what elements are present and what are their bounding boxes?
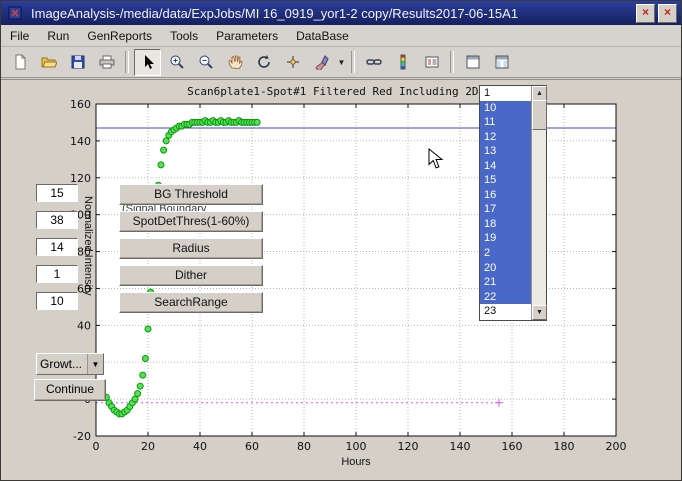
pan-hand-button[interactable]: [221, 49, 248, 76]
menu-bar: FileRunGenReportsToolsParametersDataBase: [1, 25, 681, 47]
spot-list-item[interactable]: 1: [480, 86, 532, 101]
zoom-in-icon: [169, 54, 185, 70]
spotdetthres-1-60--field[interactable]: [36, 211, 78, 229]
searchrange-button[interactable]: SearchRange: [119, 292, 263, 313]
spot-list-item[interactable]: 21: [480, 275, 532, 290]
window-menu-icon[interactable]: [7, 5, 23, 21]
bg-threshold-button[interactable]: BG Threshold: [119, 184, 263, 205]
figure-canvas: [1, 79, 681, 481]
spot-list-item[interactable]: 17: [480, 202, 532, 217]
spot-list-item[interactable]: 10: [480, 101, 532, 116]
spot-list-item[interactable]: 13: [480, 144, 532, 159]
dither-field[interactable]: [36, 265, 78, 283]
spot-list-item[interactable]: 14: [480, 159, 532, 174]
brush-icon: [314, 54, 330, 70]
link-plot-icon: [366, 54, 382, 70]
show-plot-tools-icon: [494, 54, 510, 70]
window-maximize-button[interactable]: ×: [636, 4, 655, 23]
scroll-up-icon[interactable]: ▲: [532, 86, 547, 101]
brush-menu-arrow-icon[interactable]: ▼: [336, 50, 347, 75]
link-plot-button[interactable]: [360, 49, 387, 76]
x-axis-label: Hours: [96, 456, 616, 468]
toolbar: ▼: [1, 47, 681, 78]
spot-list-item[interactable]: 18: [480, 217, 532, 232]
toolbar-separator: [450, 51, 454, 73]
spot-list-item[interactable]: 15: [480, 173, 532, 188]
pan-hand-icon: [227, 54, 243, 70]
rotate-3d-icon: [256, 54, 272, 70]
growth-mode-dropdown[interactable]: Growt... ▼: [36, 353, 104, 375]
radius-button[interactable]: Radius: [119, 238, 263, 259]
menu-parameters[interactable]: Parameters: [207, 26, 287, 46]
spot-list-item[interactable]: 12: [480, 130, 532, 145]
menu-run[interactable]: Run: [38, 26, 78, 46]
insert-legend-icon: [424, 54, 440, 70]
show-plot-tools-button[interactable]: [488, 49, 515, 76]
insert-colorbar-button[interactable]: [389, 49, 416, 76]
menu-database[interactable]: DataBase: [287, 26, 358, 46]
spot-list-item[interactable]: 20: [480, 261, 532, 276]
scroll-down-icon[interactable]: ▼: [532, 305, 547, 320]
list-scrollbar[interactable]: ▲ ▼: [531, 86, 546, 320]
radius-field[interactable]: [36, 238, 78, 256]
growth-mode-value: Growt...: [37, 357, 87, 371]
rotate-3d-button[interactable]: [250, 49, 277, 76]
spotdetthres-1-60--button[interactable]: SpotDetThres(1-60%): [119, 211, 263, 232]
toolbar-separator: [125, 51, 129, 73]
searchrange-field[interactable]: [36, 292, 78, 310]
chevron-down-icon[interactable]: ▼: [87, 354, 103, 374]
data-cursor-button[interactable]: [279, 49, 306, 76]
spot-list-item[interactable]: 2: [480, 246, 532, 261]
open-folder-button[interactable]: [35, 49, 62, 76]
zoom-out-icon: [198, 54, 214, 70]
new-file-button[interactable]: [6, 49, 33, 76]
window-close-button[interactable]: ×: [658, 4, 677, 23]
new-file-icon: [12, 54, 28, 70]
mouse-cursor: [428, 148, 444, 175]
menu-tools[interactable]: Tools: [161, 26, 207, 46]
menu-genreports[interactable]: GenReports: [78, 26, 161, 46]
spot-list-item[interactable]: 16: [480, 188, 532, 203]
scrollbar-thumb[interactable]: [532, 100, 547, 130]
hide-plot-tools-icon: [465, 54, 481, 70]
spot-list-item[interactable]: 19: [480, 231, 532, 246]
dither-button[interactable]: Dither: [119, 265, 263, 286]
menu-file[interactable]: File: [1, 26, 38, 46]
hide-plot-tools-button[interactable]: [459, 49, 486, 76]
save-icon: [70, 54, 86, 70]
print-icon: [99, 54, 115, 70]
zoom-out-button[interactable]: [192, 49, 219, 76]
bg-threshold-field[interactable]: [36, 184, 78, 202]
spot-list-item[interactable]: 11: [480, 115, 532, 130]
continue-button[interactable]: Continue: [34, 379, 106, 401]
pointer-button[interactable]: [134, 49, 161, 76]
title-bar[interactable]: ImageAnalysis-/media/data/ExpJobs/MI 16_…: [1, 1, 681, 25]
window-title: ImageAnalysis-/media/data/ExpJobs/MI 16_…: [31, 6, 636, 21]
save-button[interactable]: [64, 49, 91, 76]
spot-number-list: 110111213141516171819220212223 ▲ ▼: [479, 85, 547, 321]
spot-list-item[interactable]: 23: [480, 304, 532, 319]
app-window: ImageAnalysis-/media/data/ExpJobs/MI 16_…: [0, 0, 682, 481]
data-cursor-icon: [285, 54, 301, 70]
insert-colorbar-icon: [395, 54, 411, 70]
print-button[interactable]: [93, 49, 120, 76]
y-axis-label: Normalized Intensity: [82, 196, 94, 366]
brush-button[interactable]: [308, 49, 335, 76]
zoom-in-button[interactable]: [163, 49, 190, 76]
open-folder-icon: [41, 54, 57, 70]
spot-list-item[interactable]: 22: [480, 290, 532, 305]
insert-legend-button[interactable]: [418, 49, 445, 76]
pointer-icon: [140, 54, 156, 70]
toolbar-separator: [351, 51, 355, 73]
